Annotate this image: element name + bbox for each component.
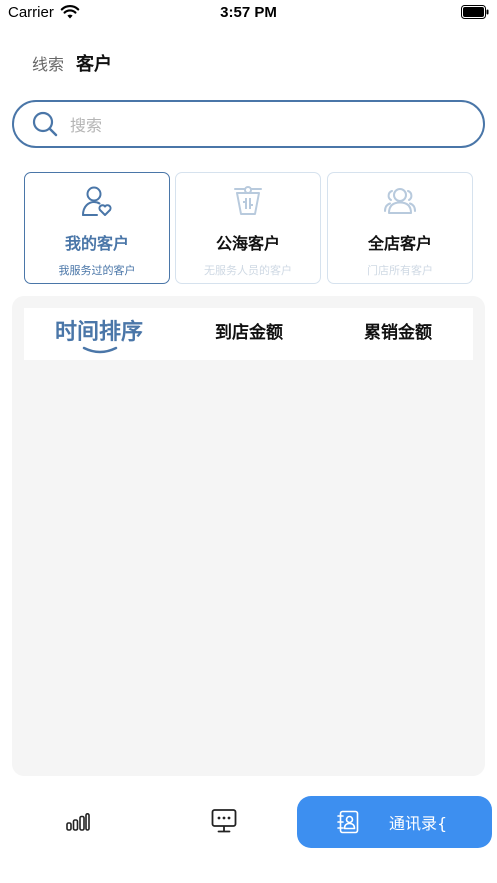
category-public-pool[interactable]: 公海客户 无服务人员的客户 bbox=[175, 172, 321, 284]
customer-list-panel[interactable]: 时间排序 到店金额 累销金额 bbox=[12, 296, 485, 776]
bar-chart-icon[interactable] bbox=[66, 813, 90, 831]
sort-tabs: 时间排序 到店金额 累销金额 bbox=[24, 308, 473, 360]
sort-tab-store-amount[interactable]: 到店金额 bbox=[174, 308, 324, 360]
category-title: 全店客户 bbox=[367, 234, 432, 253]
search-placeholder: 搜索 bbox=[70, 116, 103, 135]
battery-icon bbox=[461, 5, 489, 19]
category-title: 公海客户 bbox=[215, 234, 280, 253]
search-icon bbox=[32, 111, 58, 137]
category-my-customers[interactable]: 我的客户 我服务过的客户 bbox=[24, 172, 170, 284]
customer-category-row: 我的客户 我服务过的客户 公海客户 无服务人员的客户 全店客户 门店所有客户 bbox=[24, 172, 473, 284]
contacts-button[interactable]: 通讯录{ bbox=[297, 796, 492, 848]
category-subtitle: 门店所有客户 bbox=[367, 264, 433, 277]
search-input[interactable]: 搜索 bbox=[12, 100, 485, 148]
top-tabs: 线索 客户 bbox=[32, 50, 112, 76]
active-tab-indicator bbox=[82, 346, 118, 354]
status-time: 3:57 PM bbox=[220, 4, 277, 21]
category-subtitle: 我服务过的客户 bbox=[58, 264, 136, 277]
address-book-icon bbox=[337, 810, 359, 834]
category-subtitle: 无服务人员的客户 bbox=[204, 264, 292, 277]
sort-tab-total-sales[interactable]: 累销金额 bbox=[323, 308, 473, 360]
category-title: 我的客户 bbox=[64, 234, 129, 253]
tab-leads[interactable]: 线索 bbox=[32, 51, 64, 75]
tab-customers[interactable]: 客户 bbox=[76, 50, 112, 76]
users-group-icon bbox=[384, 188, 416, 214]
sea-pool-icon bbox=[234, 186, 262, 215]
bottom-nav: 通讯录{ bbox=[0, 796, 497, 850]
user-heart-icon bbox=[82, 186, 112, 216]
contacts-label: 通讯录{ bbox=[389, 814, 448, 833]
monitor-icon[interactable] bbox=[211, 808, 237, 834]
status-bar: Carrier 3:57 PM bbox=[0, 0, 497, 26]
category-all-store[interactable]: 全店客户 门店所有客户 bbox=[327, 172, 473, 284]
